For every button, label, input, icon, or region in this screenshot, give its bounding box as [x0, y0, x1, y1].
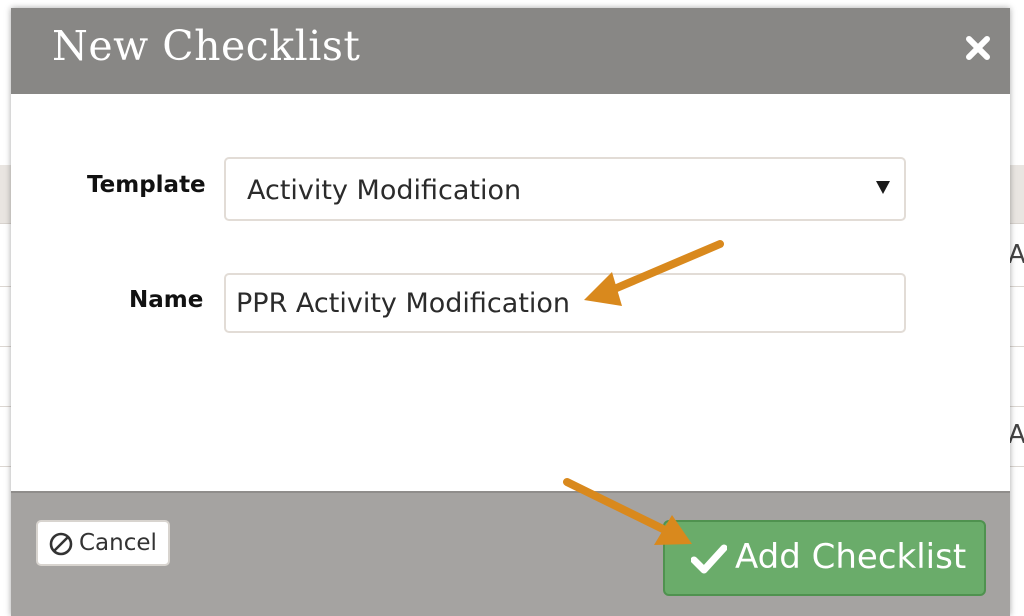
annotation-arrow-add: [563, 478, 692, 545]
